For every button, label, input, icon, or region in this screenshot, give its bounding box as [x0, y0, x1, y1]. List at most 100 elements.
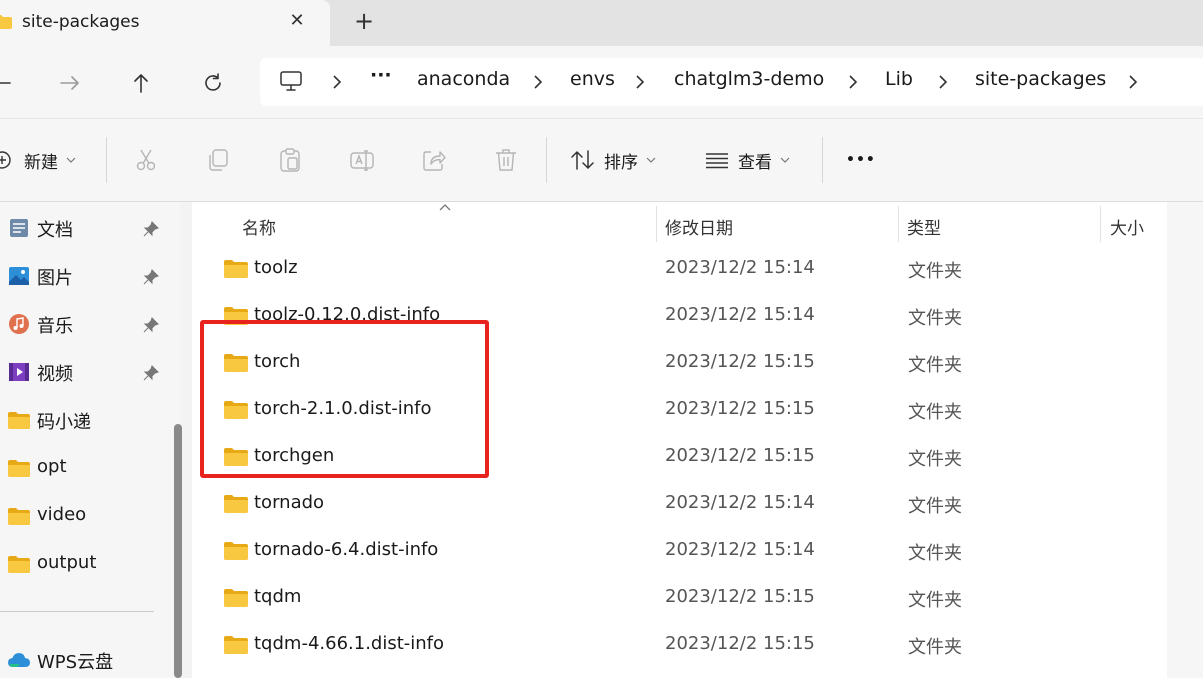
- file-name: tqdm: [254, 586, 302, 607]
- breadcrumb-lib[interactable]: Lib: [885, 68, 913, 90]
- sidebar-item-pictures[interactable]: 图片: [0, 256, 170, 296]
- file-name: tornado-6.4.dist-info: [254, 539, 439, 560]
- file-modified-date: 2023/12/2 15:14: [665, 492, 815, 513]
- sidebar-item-opt[interactable]: opt: [0, 448, 170, 488]
- rename-icon[interactable]: [349, 147, 375, 173]
- refresh-icon: [205, 73, 221, 91]
- chevron-right-icon[interactable]: [1126, 72, 1140, 92]
- file-row[interactable]: tqdm 2023/12/2 15:15 文件夹: [192, 574, 1167, 621]
- folder-icon: [224, 401, 248, 419]
- chevron-right-icon: [534, 75, 543, 89]
- address-bar[interactable]: ··· anaconda envs chatglm3-demo Lib site…: [260, 58, 1203, 106]
- new-button-label: 新建: [24, 152, 58, 173]
- forward-button[interactable]: [55, 68, 85, 98]
- cut-icon[interactable]: [133, 147, 159, 173]
- breadcrumb-chatglm3-demo[interactable]: chatglm3-demo: [674, 68, 824, 90]
- folder-icon: [224, 448, 248, 466]
- document-icon: [10, 219, 28, 237]
- sort-button-label: 排序: [604, 152, 638, 173]
- folder-icon: [224, 589, 248, 607]
- column-header-size[interactable]: 大小: [1100, 202, 1166, 244]
- file-type: 文件夹: [908, 355, 962, 376]
- view-button-label: 查看: [738, 152, 772, 173]
- view-button[interactable]: 查看: [704, 145, 790, 175]
- pictures-icon: [9, 267, 29, 285]
- file-row[interactable]: toolz 2023/12/2 15:14 文件夹: [192, 245, 1167, 292]
- file-modified-date: 2023/12/2 15:15: [665, 398, 815, 419]
- folder-icon: [8, 412, 30, 429]
- column-header-name[interactable]: 名称: [192, 202, 656, 244]
- tab-close-button[interactable]: ✕: [286, 10, 308, 32]
- file-type: 文件夹: [908, 637, 962, 658]
- pin-icon[interactable]: [143, 221, 159, 237]
- copy-icon[interactable]: [205, 147, 231, 173]
- file-modified-date: 2023/12/2 15:15: [665, 633, 815, 654]
- sort-button[interactable]: 排序: [570, 145, 656, 175]
- file-modified-date: 2023/12/2 15:15: [665, 445, 815, 466]
- breadcrumb-anaconda[interactable]: anaconda: [417, 68, 510, 90]
- tab-site-packages[interactable]: site-packages ✕: [0, 0, 330, 46]
- column-header-type[interactable]: 类型: [898, 202, 1100, 244]
- refresh-button[interactable]: [198, 68, 228, 98]
- sidebar-item-label: 码小递: [37, 412, 91, 433]
- file-name: tornado: [254, 492, 325, 513]
- file-row[interactable]: tqdm-4.66.1.dist-info 2023/12/2 15:15 文件夹: [192, 621, 1167, 668]
- chevron-right-icon: [849, 75, 858, 89]
- pin-icon[interactable]: [143, 269, 159, 285]
- sidebar-item-label: opt: [37, 456, 67, 477]
- share-icon[interactable]: [421, 147, 447, 173]
- toolbar-divider: [106, 137, 107, 183]
- file-type: 文件夹: [908, 261, 962, 282]
- up-button[interactable]: [126, 68, 156, 98]
- folder-icon: [224, 354, 248, 372]
- file-row[interactable]: toolz-0.12.0.dist-info 2023/12/2 15:14 文件夹: [192, 292, 1167, 339]
- file-row[interactable]: torchgen 2023/12/2 15:15 文件夹: [192, 433, 1167, 480]
- file-name: toolz-0.12.0.dist-info: [254, 304, 441, 325]
- sidebar-scrollbar-thumb[interactable]: [174, 424, 182, 678]
- sidebar-item-music[interactable]: 音乐: [0, 304, 170, 344]
- computer-icon: [280, 71, 302, 91]
- breadcrumb-envs[interactable]: envs: [570, 68, 615, 90]
- more-options-button[interactable]: •••: [846, 145, 876, 175]
- back-button[interactable]: [0, 68, 16, 98]
- tab-strip: site-packages ✕ +: [0, 0, 1203, 46]
- paste-icon[interactable]: [277, 147, 303, 173]
- delete-icon[interactable]: [493, 147, 519, 173]
- sidebar-item-label: WPS云盘: [37, 652, 114, 673]
- new-tab-button[interactable]: +: [352, 9, 376, 34]
- sidebar-item-label: 图片: [37, 268, 73, 289]
- pin-icon[interactable]: [143, 365, 159, 381]
- sidebar-item-video[interactable]: video: [0, 496, 170, 536]
- file-modified-date: 2023/12/2 15:14: [665, 257, 815, 278]
- file-list-scrollbar[interactable]: [1167, 202, 1203, 678]
- sidebar-item-folder[interactable]: 码小递: [0, 400, 170, 440]
- sidebar-item-label: 视频: [37, 364, 73, 385]
- breadcrumb-overflow[interactable]: ···: [370, 64, 392, 86]
- folder-icon: [8, 508, 30, 525]
- file-row[interactable]: tornado 2023/12/2 15:14 文件夹: [192, 480, 1167, 527]
- breadcrumb-site-packages[interactable]: site-packages: [975, 68, 1106, 90]
- sidebar-item-output[interactable]: output: [0, 544, 170, 584]
- more-options-icon: •••: [846, 152, 876, 168]
- file-type: 文件夹: [908, 402, 962, 423]
- toolbar-divider: [822, 137, 823, 183]
- file-name: tqdm-4.66.1.dist-info: [254, 633, 445, 654]
- sidebar-item-videos[interactable]: 视频: [0, 352, 170, 392]
- file-list: 名称 修改日期 类型 大小 toolz 2023/12/2 15:14 文件夹 too…: [192, 202, 1203, 678]
- file-type: 文件夹: [908, 590, 962, 611]
- toolbar-divider: [546, 137, 547, 183]
- navigation-pane: 文档 图片 音乐 视频 码小递 opt video output WPS云盘: [0, 202, 182, 678]
- file-row[interactable]: torch-2.1.0.dist-info 2023/12/2 15:15 文件夹: [192, 386, 1167, 433]
- file-name: torchgen: [254, 445, 335, 466]
- sidebar-item-wps-cloud[interactable]: WPS云盘: [0, 640, 170, 678]
- chevron-down-icon: [66, 157, 76, 163]
- sidebar-item-label: 音乐: [37, 316, 73, 337]
- new-button[interactable]: 新建: [0, 145, 76, 175]
- column-header-date[interactable]: 修改日期: [656, 202, 898, 244]
- file-modified-date: 2023/12/2 15:14: [665, 304, 815, 325]
- file-name: torch-2.1.0.dist-info: [254, 398, 432, 419]
- file-row[interactable]: tornado-6.4.dist-info 2023/12/2 15:14 文件夹: [192, 527, 1167, 574]
- file-row[interactable]: torch 2023/12/2 15:15 文件夹: [192, 339, 1167, 386]
- sidebar-item-documents[interactable]: 文档: [0, 208, 170, 248]
- pin-icon[interactable]: [143, 317, 159, 333]
